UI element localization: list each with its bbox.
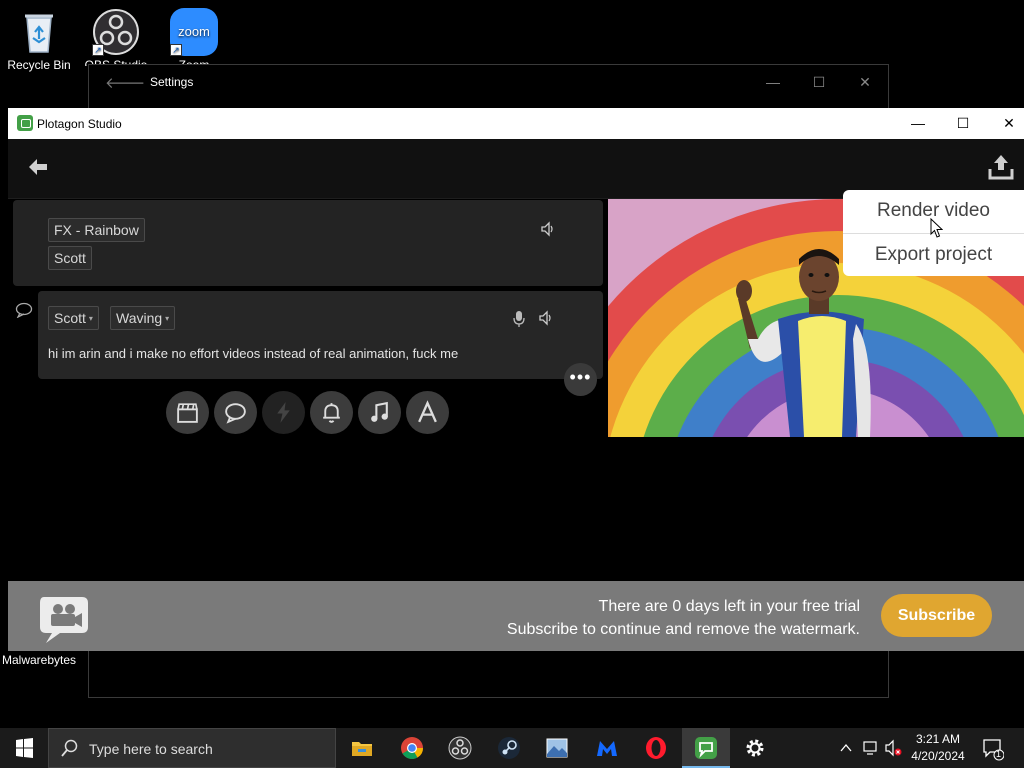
free-trial-banner: There are 0 days left in your free trial… (8, 581, 1024, 651)
add-sound-effect-button[interactable] (310, 391, 353, 434)
speaker-icon[interactable] (538, 310, 554, 326)
settings-minimize-button[interactable]: — (750, 65, 796, 99)
obs-studio-icon: ↗ (92, 8, 140, 56)
clapperboard-icon (177, 403, 198, 423)
back-arrow-icon[interactable] (26, 155, 52, 179)
network-icon[interactable] (862, 728, 880, 768)
speech-bubble-icon (15, 302, 33, 323)
settings-window-title: Settings (150, 75, 194, 89)
text-a-icon (418, 400, 437, 423)
lightning-icon (277, 402, 290, 423)
desktop-icon-obs-studio[interactable]: ↗ OBS Studio (78, 2, 154, 66)
settings-maximize-button[interactable]: ☐ (796, 65, 842, 99)
search-icon (61, 739, 79, 760)
plotagon-window-title: Plotagon Studio (37, 117, 122, 131)
plotagon-camera-logo-icon (38, 593, 90, 643)
add-effect-button (262, 391, 305, 434)
shortcut-arrow-icon: ↗ (170, 44, 182, 56)
scene-character-chip[interactable]: Scott (48, 246, 92, 270)
dropdown-arrow-icon: ▾ (165, 314, 170, 323)
clock-time: 3:21 AM (915, 732, 961, 746)
file-explorer-icon[interactable] (338, 728, 386, 768)
music-note-icon (371, 401, 388, 422)
shortcut-arrow-icon: ↗ (92, 44, 104, 56)
steam-icon[interactable] (485, 728, 533, 768)
mouse-cursor-icon (930, 217, 944, 238)
notification-center-icon[interactable]: 1 (982, 728, 1005, 768)
export-project-menu-item[interactable]: Export project (843, 234, 1024, 276)
trial-message-line2: Subscribe to continue and remove the wat… (506, 621, 860, 638)
desktop-icon-label-malwarebytes[interactable]: Malwarebytes (2, 653, 76, 667)
line-character-label: Scott (54, 310, 86, 326)
add-dialogue-button[interactable] (214, 391, 257, 434)
more-options-button[interactable]: ••• (564, 363, 597, 396)
add-scene-button[interactable] (166, 391, 209, 434)
close-button[interactable]: ✕ (986, 108, 1024, 139)
desktop-icon-label: Recycle Bin (7, 58, 71, 72)
dialogue-line-block[interactable]: Scott ▾ Waving ▾ hi im arin and i make no … (38, 291, 603, 379)
volume-muted-icon[interactable] (884, 728, 904, 768)
malwarebytes-icon[interactable] (583, 728, 631, 768)
recycle-bin-icon (15, 8, 63, 56)
zoom-icon: zoom ↗ (170, 8, 218, 56)
bell-icon (323, 403, 340, 423)
dropdown-arrow-icon: ▾ (88, 314, 93, 323)
settings-close-button[interactable]: ✕ (842, 65, 888, 99)
add-text-button[interactable] (406, 391, 449, 434)
plotagon-titlebar: Plotagon Studio — ☐ ✕ (8, 108, 1024, 139)
add-music-button[interactable] (358, 391, 401, 434)
taskbar: Type here to search 3:21 AM 4/20/2024 1 (0, 728, 1024, 768)
microphone-icon[interactable] (511, 310, 527, 327)
notification-count-badge: 1 (996, 749, 1002, 759)
share-upload-icon[interactable] (988, 153, 1014, 181)
line-action-dropdown[interactable]: Waving ▾ (110, 306, 176, 330)
plotagon-app-icon (17, 115, 33, 131)
settings-gear-icon[interactable] (731, 728, 779, 768)
minimize-button[interactable]: — (895, 108, 941, 139)
line-character-dropdown[interactable]: Scott ▾ (48, 306, 99, 330)
taskbar-search-box[interactable]: Type here to search (48, 728, 336, 768)
line-action-label: Waving (116, 310, 163, 326)
clock-date: 4/20/2024 (911, 749, 965, 763)
chrome-icon[interactable] (388, 728, 436, 768)
scene-block[interactable]: FX - Rainbow Scott (13, 200, 603, 286)
dialogue-text[interactable]: hi im arin and i make no effort videos i… (48, 346, 458, 361)
desktop-icon-zoom[interactable]: zoom ↗ Zoom (156, 2, 232, 66)
maximize-button[interactable]: ☐ (940, 108, 986, 139)
chevron-up-icon[interactable] (838, 728, 854, 768)
taskbar-clock[interactable]: 3:21 AM 4/20/2024 (906, 731, 970, 765)
speaker-icon[interactable] (540, 221, 556, 237)
arrow-left-icon[interactable]: 🡐 (105, 73, 145, 92)
search-placeholder: Type here to search (89, 741, 213, 757)
trial-message: There are 0 days left in your free trial… (507, 595, 860, 641)
image-viewer-icon[interactable] (533, 728, 581, 768)
plotagon-icon[interactable] (682, 728, 730, 768)
settings-titlebar: 🡐 Settings — ☐ ✕ (89, 65, 888, 99)
speech-bubble-icon (225, 403, 246, 424)
trial-message-line1: There are 0 days left in your free trial (598, 598, 860, 615)
obs-icon[interactable] (436, 728, 484, 768)
subscribe-button[interactable]: Subscribe (881, 594, 992, 637)
windows-start-icon[interactable] (0, 728, 48, 768)
opera-icon[interactable] (632, 728, 680, 768)
fx-chip[interactable]: FX - Rainbow (48, 218, 145, 242)
desktop-icon-recycle-bin[interactable]: Recycle Bin (1, 2, 77, 72)
